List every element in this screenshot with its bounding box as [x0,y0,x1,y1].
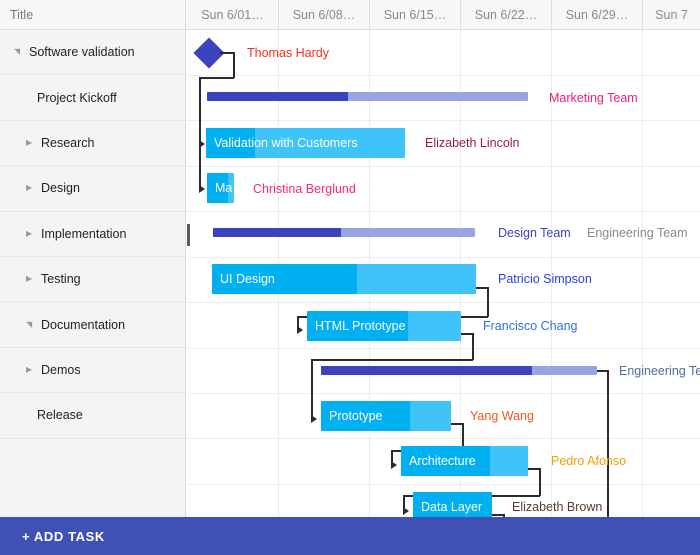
assignee-label: Marketing Team [549,91,638,105]
task-label: Project Kickoff [37,90,117,105]
grid-row-line [187,393,700,394]
grid-row-line [187,484,700,485]
expand-triangle-icon[interactable]: ▶ [26,275,38,283]
date-column-header-3[interactable]: Sun 6/22… [461,0,552,29]
task-label: Release [37,408,83,423]
task-label: Research [41,135,95,150]
summary-bar-progress [321,366,532,375]
grid-row-line [187,302,700,303]
task-label: Software validation [29,45,135,60]
summary-bar-progress [213,228,341,237]
assignee-label: Patricio Simpson [498,272,592,286]
add-task-button[interactable]: + ADD TASK [22,529,105,544]
task-bar[interactable]: HTML Prototype [307,311,461,341]
dependency-arrow-icon [297,326,303,334]
dependency-link [233,52,235,78]
task-bar[interactable]: Ma [207,173,234,203]
gantt-chart-app: Title Sun 6/01… Sun 6/08… Sun 6/15… Sun … [0,0,700,555]
task-row[interactable]: ▶ Demos [0,348,185,394]
grid-row-line [187,75,700,76]
assignee-label: Elizabeth Brown [512,500,603,514]
task-row[interactable]: ▶ Implementation [0,212,185,257]
grid-row-line [187,348,700,349]
dependency-link [607,370,609,517]
task-row[interactable]: Release [0,393,185,439]
task-list-pane: ◥ Software validation Project Kickoff ▶ … [0,30,186,517]
grid-row-line [187,120,700,121]
grid-header: Title Sun 6/01… Sun 6/08… Sun 6/15… Sun … [0,0,700,30]
dependency-link [199,77,201,144]
task-bar-label: HTML Prototype [315,319,406,333]
add-task-bar[interactable]: + ADD TASK [0,517,700,555]
assignee-label: Engineering Te [619,364,700,378]
task-bar[interactable]: Data Layer [413,492,492,517]
dependency-arrow-icon [403,507,409,515]
task-row[interactable]: ◥ Documentation [0,302,185,348]
assignee-label: Pedro Afonso [551,454,627,468]
expand-triangle-icon[interactable]: ▶ [26,138,38,147]
collapse-triangle-icon[interactable]: ◥ [26,320,38,329]
dependency-link [311,359,473,361]
grid-row-line [187,211,700,212]
grid-row-line [187,438,700,439]
grid-row-line [187,166,700,167]
task-label: Implementation [41,226,127,241]
gantt-chart-pane[interactable]: Thomas Hardy Marketing Team Validation w… [187,30,700,517]
task-label: Documentation [41,317,126,332]
assignee-label: Francisco Chang [483,319,578,333]
dependency-arrow-icon [311,415,317,423]
date-column-header-0[interactable]: Sun 6/01… [187,0,279,29]
task-bar[interactable]: UI Design [212,264,476,294]
expand-triangle-icon[interactable]: ▶ [26,365,38,374]
date-column-header-5[interactable]: Sun 7 [643,0,700,29]
task-bar[interactable]: Prototype [321,401,451,431]
expand-triangle-icon[interactable]: ▶ [26,184,38,192]
dependency-arrow-icon [391,461,397,469]
summary-bar[interactable] [213,228,475,237]
task-bar-label: UI Design [220,272,275,286]
dependency-link [539,468,541,496]
assignee-label-secondary: Engineering Team [587,226,688,240]
date-column-header-4[interactable]: Sun 6/29… [552,0,643,29]
grid-column-line [642,30,643,517]
assignee-label: Elizabeth Lincoln [425,136,520,150]
dependency-link [487,287,489,317]
summary-bar[interactable] [321,366,597,375]
task-bar-label: Architecture [409,454,476,468]
date-column-header-1[interactable]: Sun 6/08… [279,0,370,29]
dependency-link [199,77,234,79]
task-row[interactable]: Project Kickoff [0,75,185,121]
dependency-link [220,52,234,54]
summary-bar-progress [207,92,348,101]
dependency-link [199,144,201,190]
task-bar[interactable]: Validation with Customers [206,128,405,158]
task-bar-label: Ma [215,181,233,195]
task-label: Demos [41,362,81,377]
dependency-arrow-icon [199,185,205,193]
assignee-label: Christina Berglund [253,182,356,196]
dependency-link [311,359,313,420]
vertical-scroll-indicator[interactable] [187,224,190,246]
assignee-label: Thomas Hardy [247,46,329,60]
expand-triangle-icon[interactable]: ▶ [26,229,38,238]
task-bar-label: Prototype [329,409,383,423]
task-row[interactable]: ▶ Design [0,166,185,212]
dependency-link [472,333,474,360]
collapse-triangle-icon[interactable]: ◥ [14,48,26,56]
task-label: Design [41,181,80,196]
task-bar-label: Validation with Customers [214,136,358,150]
task-bar[interactable]: Architecture [401,446,528,476]
task-row[interactable]: ◥ Software validation [0,30,185,76]
task-row[interactable]: ▶ Research [0,121,185,167]
date-column-header-2[interactable]: Sun 6/15… [370,0,461,29]
title-column-header[interactable]: Title [0,0,186,29]
summary-bar[interactable] [207,92,528,101]
grid-row-line [187,257,700,258]
assignee-label: Design Team [498,226,571,240]
assignee-label: Yang Wang [470,409,534,423]
task-row[interactable]: ▶ Testing [0,257,185,303]
task-label: Testing [41,272,81,287]
task-bar-label: Data Layer [421,500,483,514]
